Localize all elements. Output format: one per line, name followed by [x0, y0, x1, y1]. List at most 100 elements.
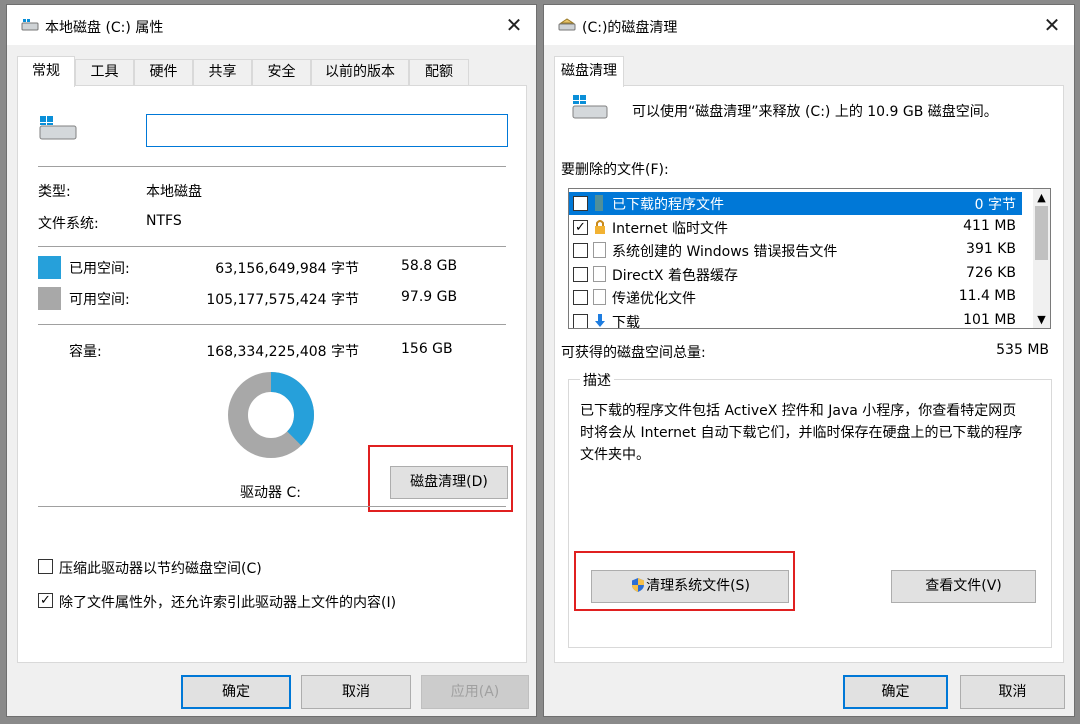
tab-previous-versions[interactable]: 以前的版本	[311, 59, 409, 86]
scroll-down-arrow[interactable]: ▼	[1033, 311, 1050, 328]
file-size: 11.4 MB	[958, 288, 1016, 304]
file-checkbox[interactable]: ✓	[573, 219, 588, 235]
file-name: 传递优化文件	[612, 291, 696, 307]
ok-button[interactable]: 确定	[181, 675, 291, 709]
usage-donut-chart	[228, 372, 314, 458]
window-title: (C:)的磁盘清理	[582, 20, 678, 36]
tab-strip: 磁盘清理	[554, 56, 674, 87]
divider	[38, 166, 506, 167]
file-name: 下载	[612, 314, 640, 329]
files-list[interactable]: ✓ 已下载的程序文件 0 字节 ✓ Internet 临时文件 411 MB 系统创建的 W…	[568, 188, 1051, 329]
files-to-delete-label: 要删除的文件(F):	[561, 162, 669, 178]
file-size: 101 MB	[963, 311, 1016, 328]
file-list-item[interactable]: 传递优化文件 11.4 MB	[569, 286, 1022, 309]
total-space-label: 可获得的磁盘空间总量:	[561, 345, 706, 361]
type-value: 本地磁盘	[146, 184, 202, 200]
close-button[interactable]: ✕	[492, 5, 536, 45]
drive-icon	[21, 19, 39, 31]
index-option-label: 除了文件属性外，还允许索引此驱动器上文件的内容(I)	[59, 595, 397, 611]
file-checkbox[interactable]	[573, 243, 588, 258]
file-size: 411 MB	[963, 217, 1016, 234]
file-system-value: NTFS	[146, 213, 182, 229]
file-system-label: 文件系统:	[38, 216, 99, 232]
file-icon	[593, 265, 606, 282]
file-list-item[interactable]: DirectX 着色器缓存 726 KB	[569, 263, 1022, 286]
file-name: 系统创建的 Windows 错误报告文件	[612, 244, 838, 260]
scroll-thumb[interactable]	[1035, 206, 1048, 260]
tab-general[interactable]: 常规	[17, 56, 75, 87]
folder-icon	[595, 195, 603, 211]
free-space-label: 可用空间:	[69, 292, 130, 308]
index-checkbox[interactable]: ✓	[38, 593, 53, 608]
scrollbar[interactable]: ▲ ▼	[1033, 189, 1050, 328]
used-space-swatch	[38, 256, 61, 279]
description-legend: 描述	[580, 370, 614, 390]
file-icon	[593, 289, 606, 305]
view-files-button[interactable]: 查看文件(V)	[891, 570, 1036, 603]
file-size: 0 字节	[974, 197, 1016, 213]
apply-button: 应用(A)	[421, 675, 529, 709]
capacity-label: 容量:	[69, 344, 102, 360]
close-button[interactable]: ✕	[1030, 5, 1074, 45]
highlight-box	[368, 445, 513, 512]
divider	[38, 506, 506, 507]
ok-button[interactable]: 确定	[843, 675, 948, 709]
cancel-button[interactable]: 取消	[301, 675, 411, 709]
free-space-size: 97.9 GB	[401, 289, 458, 305]
drive-letter-label: 驱动器 C:	[240, 485, 301, 501]
file-size: 391 KB	[966, 241, 1016, 257]
tab-quota[interactable]: 配额	[409, 59, 469, 86]
description-text: 已下载的程序文件包括 ActiveX 控件和 Java 小程序，你查看特定网页时…	[580, 403, 1023, 463]
file-list-item[interactable]: 系统创建的 Windows 错误报告文件 391 KB	[569, 239, 1022, 262]
file-checkbox[interactable]: ✓	[573, 196, 588, 211]
window-title: 本地磁盘 (C:) 属性	[45, 20, 164, 36]
disk-cleanup-icon	[572, 95, 608, 119]
disk-cleanup-window: (C:)的磁盘清理 ✕ 磁盘清理 可以使用“磁盘清理”来释放 (C:) 上的 1…	[543, 4, 1075, 717]
drive-properties-window: 本地磁盘 (C:) 属性 ✕ 常规 工具 硬件 共享 安全 以前的版本 配额 类…	[6, 4, 537, 717]
compress-option-label: 压缩此驱动器以节约磁盘空间(C)	[59, 561, 262, 577]
description-group: 描述 已下载的程序文件包括 ActiveX 控件和 Java 小程序，你查看特定…	[568, 370, 1052, 648]
title-bar[interactable]: 本地磁盘 (C:) 属性 ✕	[7, 5, 536, 45]
file-icon	[593, 242, 606, 258]
file-checkbox[interactable]	[573, 290, 588, 305]
title-bar[interactable]: (C:)的磁盘清理 ✕	[544, 5, 1074, 45]
general-panel: 类型: 本地磁盘 文件系统: NTFS 已用空间: 63,156,649,984…	[17, 85, 527, 663]
file-name: Internet 临时文件	[612, 220, 729, 237]
used-space-size: 58.8 GB	[401, 258, 458, 274]
file-checkbox[interactable]	[573, 313, 588, 328]
download-icon	[593, 313, 607, 329]
file-name: 已下载的程序文件	[612, 197, 724, 213]
free-space-swatch	[38, 287, 61, 310]
highlight-box	[574, 551, 795, 611]
cancel-button[interactable]: 取消	[960, 675, 1065, 709]
free-space-bytes: 105,177,575,424 字节	[206, 292, 359, 308]
intro-text: 可以使用“磁盘清理”来释放 (C:) 上的 10.9 GB 磁盘空间。	[632, 104, 998, 120]
file-list-item[interactable]: ✓ Internet 临时文件 411 MB	[569, 216, 1022, 239]
divider	[38, 324, 506, 325]
tab-strip: 常规 工具 硬件 共享 安全 以前的版本 配额	[17, 56, 477, 87]
drive-icon	[39, 116, 77, 140]
tab-tools[interactable]: 工具	[75, 59, 134, 86]
scroll-up-arrow[interactable]: ▲	[1033, 189, 1050, 206]
file-size: 726 KB	[966, 264, 1016, 281]
file-name: DirectX 着色器缓存	[612, 267, 738, 284]
tab-security[interactable]: 安全	[252, 59, 311, 86]
file-list-item[interactable]: 下载 101 MB	[569, 310, 1022, 329]
total-space-value: 535 MB	[996, 342, 1049, 358]
cleanup-panel: 可以使用“磁盘清理”来释放 (C:) 上的 10.9 GB 磁盘空间。 要删除的…	[554, 85, 1064, 663]
tab-disk-cleanup[interactable]: 磁盘清理	[554, 56, 624, 87]
drive-name-input[interactable]	[146, 114, 508, 147]
disk-cleanup-icon	[558, 18, 576, 31]
used-space-label: 已用空间:	[69, 261, 130, 277]
type-label: 类型:	[38, 184, 71, 200]
compress-checkbox[interactable]	[38, 559, 53, 574]
used-space-bytes: 63,156,649,984 字节	[215, 261, 359, 277]
tab-hardware[interactable]: 硬件	[134, 59, 193, 86]
divider	[38, 246, 506, 247]
file-list-item[interactable]: ✓ 已下载的程序文件 0 字节	[569, 192, 1022, 215]
tab-sharing[interactable]: 共享	[193, 59, 252, 86]
lock-icon	[593, 219, 607, 235]
capacity-bytes: 168,334,225,408 字节	[206, 344, 359, 360]
capacity-size: 156 GB	[401, 341, 453, 357]
file-checkbox[interactable]	[573, 266, 588, 282]
